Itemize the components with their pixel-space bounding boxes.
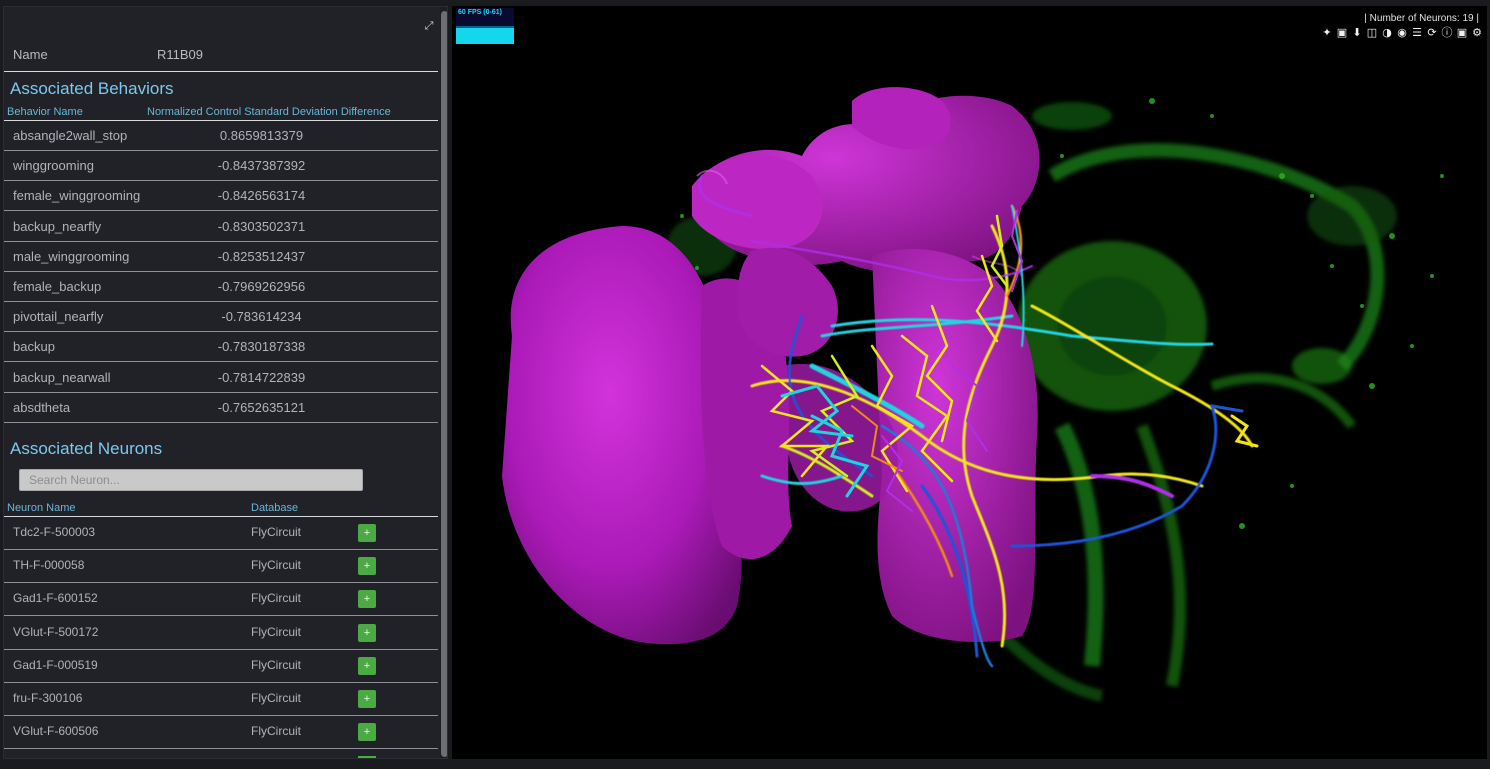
neuron-name-header[interactable]: Neuron Name (7, 502, 75, 514)
name-row: Name R11B09 (4, 47, 438, 72)
behavior-name: absdtheta (13, 399, 71, 415)
behavior-row[interactable]: backup_nearwall -0.7814722839 (4, 363, 438, 393)
behavior-name: winggrooming (13, 158, 94, 174)
neuron-database: FlyCircuit (251, 657, 301, 672)
behavior-row[interactable]: female_winggrooming -0.8426563174 (4, 181, 438, 212)
name-value: R11B09 (157, 47, 204, 62)
refresh-icon[interactable]: ⟳ (1426, 27, 1438, 39)
neuron-name[interactable]: fru-F-300106 (13, 691, 82, 705)
viewer-toolbar: ✦ ▣ ⬇ ◫ ◑ ◉ ☰ ⟳ ⓘ ▣ ⚙ (1321, 27, 1483, 41)
add-neuron-button[interactable]: + (358, 524, 376, 542)
add-neuron-button[interactable]: + (358, 557, 376, 576)
behavior-name-header[interactable]: Behavior Name (7, 106, 83, 118)
neuron-row[interactable]: Gad1-F-600152 FlyCircuit + (4, 583, 438, 617)
behavior-name: female_winggrooming (13, 188, 141, 204)
behavior-row[interactable]: female_backup -0.7969262956 (4, 272, 438, 302)
behavior-row[interactable]: male_winggrooming -0.8253512437 (4, 242, 438, 272)
add-neuron-button[interactable]: + (358, 590, 376, 609)
behavior-score: -0.7969262956 (217, 279, 306, 294)
neuron-database: FlyCircuit (251, 724, 301, 739)
behaviors-title: Associated Behaviors (10, 79, 174, 98)
add-neuron-button[interactable]: + (358, 690, 376, 708)
add-neuron-button[interactable] (358, 756, 376, 758)
neuron-name[interactable]: VGlut-F-500172 (13, 625, 98, 639)
fps-graph (456, 28, 514, 44)
brain-render[interactable] (452, 6, 1487, 759)
camera-icon[interactable]: ▣ (1456, 27, 1468, 39)
search-neuron-input[interactable] (19, 469, 363, 491)
behavior-row[interactable]: pivottail_nearfly -0.783614234 (4, 302, 438, 333)
neuron-row[interactable]: Gad1-F-000519 FlyCircuit + (4, 650, 438, 683)
neuron-count-label: | Number of Neurons: 19 | (1364, 13, 1479, 24)
behavior-score: -0.7652635121 (217, 399, 306, 415)
behavior-score: -0.8437387392 (217, 158, 306, 174)
add-neuron-button[interactable]: + (358, 656, 376, 675)
list-icon[interactable]: ☰ (1411, 27, 1423, 39)
add-neuron-button[interactable]: + (358, 623, 376, 642)
behavior-score: -0.8303502371 (217, 218, 306, 234)
behavior-name: backup_nearwall (13, 369, 111, 385)
behavior-score-header[interactable]: Normalized Control Standard Deviation Di… (147, 106, 391, 118)
3d-viewer-canvas[interactable]: 60 FPS (0-61) | Number of Neurons: 19 | … (452, 6, 1487, 759)
trash-icon[interactable]: ◫ (1366, 27, 1378, 39)
collapse-icon[interactable]: ⤢ (422, 19, 436, 33)
neuron-database: FlyCircuit (251, 624, 301, 639)
neuron-row[interactable]: fru-F-300106 FlyCircuit + (4, 683, 438, 716)
behavior-score: -0.8253512437 (217, 248, 306, 264)
neuron-database: FlyCircuit (251, 591, 301, 606)
behavior-row[interactable]: backup -0.7830187338 (4, 332, 438, 363)
behavior-name: pivottail_nearfly (13, 309, 104, 325)
neuron-row[interactable]: TH-F-000058 FlyCircuit + (4, 550, 438, 584)
fps-label: 60 FPS (0-61) (458, 9, 502, 16)
neuron-name[interactable]: VGlut-F-600506 (13, 724, 98, 738)
behavior-row[interactable]: absdtheta -0.7652635121 (4, 393, 438, 423)
scrollbar-thumb[interactable] (441, 11, 447, 757)
add-neuron-button[interactable]: + (358, 723, 376, 742)
database-header[interactable]: Database (251, 502, 298, 514)
behavior-row[interactable]: absangle2wall_stop 0.8659813379 (4, 121, 438, 151)
neuron-name[interactable]: TH-F-000058 (13, 558, 84, 572)
neurons-title: Associated Neurons (10, 439, 163, 458)
info-panel: ⤢ Name R11B09 Associated Behaviors Behav… (3, 6, 448, 759)
neuron-database: FlyCircuit (251, 691, 301, 705)
behavior-name: backup (13, 339, 55, 355)
neuron-row[interactable]: Tdc2-F-500003 FlyCircuit + (4, 517, 438, 550)
cube-icon[interactable]: ▣ (1336, 27, 1348, 39)
behavior-score: -0.7830187338 (217, 339, 306, 355)
behavior-score: -0.783614234 (221, 309, 302, 325)
download-icon[interactable]: ⬇ (1351, 27, 1363, 39)
neuron-database: FlyCircuit (251, 558, 301, 573)
eye-slash-icon[interactable]: ◑ (1381, 27, 1393, 39)
neuron-row[interactable]: VGlut-F-500172 FlyCircuit + (4, 617, 438, 650)
magic-wand-icon[interactable]: ✦ (1321, 27, 1333, 39)
behavior-score: 0.8659813379 (219, 128, 304, 143)
info-icon[interactable]: ⓘ (1441, 27, 1453, 39)
eye-icon[interactable]: ◉ (1396, 27, 1408, 39)
behavior-score: -0.8426563174 (217, 188, 306, 204)
neuron-database: FlyCircuit (251, 525, 301, 539)
behavior-row[interactable]: backup_nearfly -0.8303502371 (4, 212, 438, 242)
behavior-score: -0.7814722839 (217, 369, 306, 385)
behavior-row[interactable]: winggrooming -0.8437387392 (4, 151, 438, 182)
behavior-name: male_winggrooming (13, 248, 130, 264)
behavior-name: female_backup (13, 279, 102, 294)
gear-icon[interactable]: ⚙ (1471, 27, 1483, 39)
fps-meter: 60 FPS (0-61) (456, 8, 514, 44)
neuron-row[interactable]: VGlut-F-600506 FlyCircuit + (4, 716, 438, 750)
neuron-name[interactable]: Gad1-F-000519 (13, 658, 98, 672)
neuron-name[interactable]: Gad1-F-600152 (13, 591, 98, 605)
name-label: Name (13, 47, 48, 62)
behavior-name: absangle2wall_stop (13, 128, 128, 143)
neuron-name[interactable]: Tdc2-F-500003 (13, 525, 95, 539)
behavior-name: backup_nearfly (13, 218, 102, 234)
